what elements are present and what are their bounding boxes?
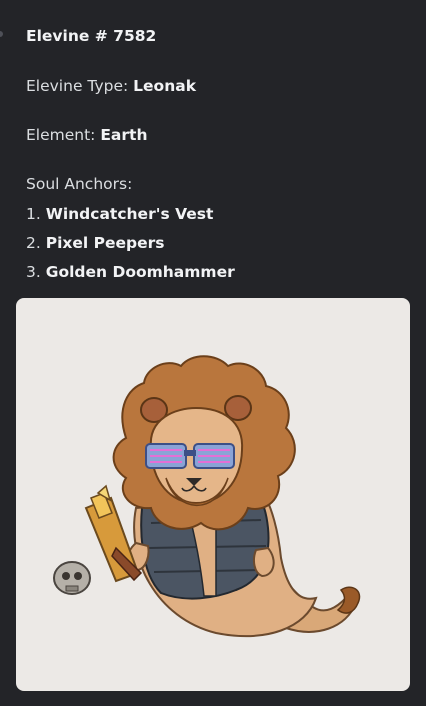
type-value: Leonak (133, 77, 197, 95)
tail-tuft (336, 586, 361, 614)
soul-anchor-name: Golden Doomhammer (45, 263, 235, 281)
soul-anchor-number: 3. (26, 263, 41, 281)
element-value: Earth (100, 126, 148, 144)
soul-anchor-number: 2. (26, 234, 41, 252)
element-label: Element: (26, 126, 96, 144)
right-arm (253, 546, 275, 578)
soul-anchor-number: 1. (26, 205, 41, 223)
nft-image-attachment[interactable] (16, 298, 410, 691)
soul-anchor-name: Pixel Peepers (45, 234, 165, 252)
skull (53, 561, 91, 595)
nft-title: Elevine # 7582 (26, 27, 157, 45)
type-line: Elevine Type: Leonak (26, 76, 196, 96)
message-edge-marker (0, 31, 3, 37)
soul-anchors-label: Soul Anchors: (26, 175, 133, 193)
lion-ghost-illustration (53, 355, 361, 637)
soul-anchor-item: 2. Pixel Peepers (26, 233, 165, 253)
element-line: Element: Earth (26, 125, 147, 145)
type-label: Elevine Type: (26, 77, 129, 95)
soul-anchor-item: 1. Windcatcher's Vest (26, 204, 213, 224)
soul-anchor-name: Windcatcher's Vest (45, 205, 214, 223)
soul-anchor-item: 3. Golden Doomhammer (26, 262, 235, 282)
